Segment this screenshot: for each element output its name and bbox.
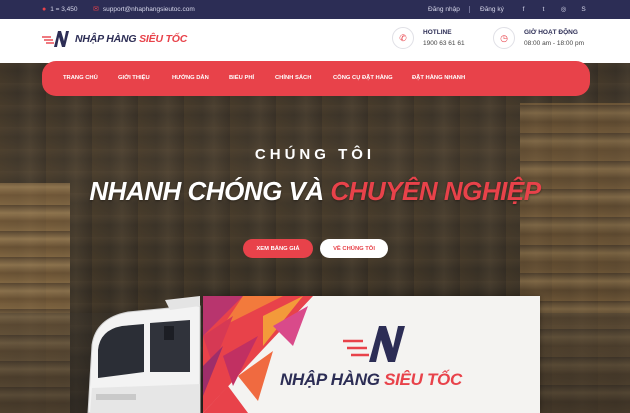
skype-icon[interactable]: S xyxy=(578,4,589,15)
facebook-icon[interactable]: f xyxy=(518,4,529,15)
truck-logo-main: NHẬP HÀNG xyxy=(280,370,380,389)
register-label: Đăng ký xyxy=(480,6,504,13)
logo-text: NHẬP HÀNG SIÊU TỐC xyxy=(75,33,187,45)
phone-contact[interactable]: ● 1 = 3,450 xyxy=(42,0,78,19)
nav-item-policy[interactable]: CHÍNH SÁCH xyxy=(275,75,311,81)
site-logo[interactable]: NHẬP HÀNG SIÊU TỐC xyxy=(42,29,187,49)
hero-subtitle: CHÚNG TÔI xyxy=(254,146,376,163)
hero-title-accent: CHUYÊN NGHIỆP xyxy=(330,176,541,206)
clock-icon: ◷ xyxy=(493,27,515,49)
view-price-button[interactable]: XEM BẢNG GIÁ xyxy=(243,239,313,258)
truck-logo-text: NHẬP HÀNG SIÊU TỐC xyxy=(280,370,462,390)
hotline-value: 1900 63 61 61 xyxy=(423,40,465,47)
login-label: Đăng nhập xyxy=(428,6,460,13)
container-pattern xyxy=(203,296,405,413)
phone-text: 1 = 3,450 xyxy=(50,6,78,13)
hero-title: NHANH CHÓNG VÀ CHUYÊN NGHIỆP xyxy=(0,176,630,207)
phone-icon: ✆ xyxy=(392,27,414,49)
nav-item-order-tool[interactable]: CÔNG CỤ ĐẶT HÀNG xyxy=(333,75,393,81)
register-link[interactable]: Đăng ký xyxy=(480,0,504,19)
top-bar: ● 1 = 3,450 ✉ support@nhaphangsieutoc.co… xyxy=(0,0,630,19)
hours-value: 08:00 am - 18:00 pm xyxy=(524,40,584,47)
location-pin-icon: ● xyxy=(42,6,47,13)
email-text: support@nhaphangsieutoc.com xyxy=(102,6,195,13)
logo-mark-icon xyxy=(42,31,69,47)
nav-item-fees[interactable]: BIỂU PHÍ xyxy=(229,75,254,81)
mail-icon: ✉ xyxy=(93,6,99,13)
main-nav: TRANG CHỦ GIỚI THIỆU HƯỚNG DẪN BIỂU PHÍ … xyxy=(42,61,590,96)
hours-label: GIỜ HOẠT ĐỘNG xyxy=(524,29,578,36)
nav-item-guide[interactable]: HƯỚNG DẪN xyxy=(172,75,209,81)
twitter-icon[interactable]: t xyxy=(538,4,549,15)
hotline-label: HOTLINE xyxy=(423,29,452,36)
email-contact[interactable]: ✉ support@nhaphangsieutoc.com xyxy=(93,0,195,19)
about-us-button[interactable]: VỀ CHÚNG TÔI xyxy=(320,239,388,258)
instagram-icon[interactable]: ◎ xyxy=(558,4,569,15)
topbar-divider xyxy=(469,6,470,13)
nav-item-quick-order[interactable]: ĐẶT HÀNG NHANH xyxy=(412,75,465,81)
login-link[interactable]: Đăng nhập xyxy=(428,0,460,19)
nav-item-about[interactable]: GIỚI THIỆU xyxy=(118,75,150,81)
hotline-block[interactable]: ✆ HOTLINE 1900 63 61 61 xyxy=(392,27,465,49)
nav-item-home[interactable]: TRANG CHỦ xyxy=(63,75,98,81)
truck-logo-accent: SIÊU TỐC xyxy=(384,370,462,389)
logo-accent-text: SIÊU TỐC xyxy=(139,33,188,45)
truck-container xyxy=(203,296,540,413)
hours-block: ◷ GIỜ HOẠT ĐỘNG 08:00 am - 18:00 pm xyxy=(493,27,584,49)
hero-title-main: NHANH CHÓNG VÀ xyxy=(89,176,324,206)
logo-main-text: NHẬP HÀNG xyxy=(75,33,137,45)
